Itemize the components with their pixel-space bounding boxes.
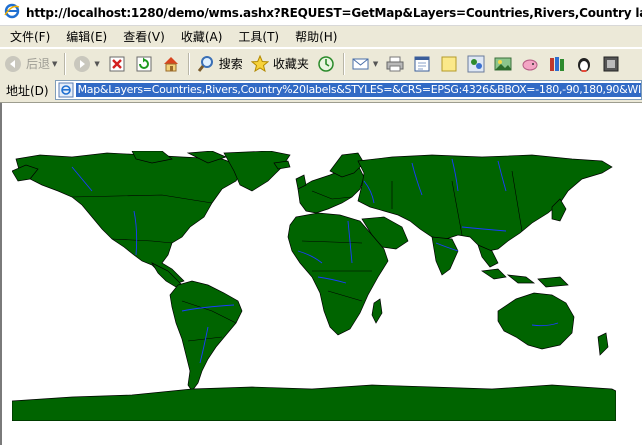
- toolbar-separator: [64, 52, 67, 75]
- history-button[interactable]: [313, 52, 339, 76]
- home-button[interactable]: [158, 52, 184, 76]
- penguin-icon: [574, 54, 594, 74]
- menu-file[interactable]: 文件(F): [0, 28, 58, 45]
- qq-button[interactable]: [571, 52, 597, 76]
- menu-tools[interactable]: 工具(T): [230, 28, 287, 45]
- print-button[interactable]: [382, 52, 408, 76]
- search-label: 搜索: [218, 57, 243, 71]
- menu-edit[interactable]: 编辑(E): [58, 28, 115, 45]
- antarctica-landmass: [12, 384, 616, 421]
- sticky-note-icon: [439, 54, 459, 74]
- research-books-icon: [547, 54, 567, 74]
- refresh-icon: [134, 54, 154, 74]
- refresh-button[interactable]: [131, 52, 157, 76]
- address-label: 地址(D): [6, 83, 49, 98]
- address-url-text: Map&Layers=Countries,Rivers,Country%20la…: [75, 83, 641, 97]
- back-dropdown-icon[interactable]: ▼: [52, 60, 57, 68]
- back-label: 后退: [26, 57, 51, 71]
- messenger-icon: [466, 54, 486, 74]
- toolbar-separator: [187, 52, 190, 75]
- toolbar: 后退 ▼ ▼ 搜索 收藏夹 ▼: [0, 48, 642, 79]
- menu-help[interactable]: 帮助(H): [287, 28, 345, 45]
- history-icon: [316, 54, 336, 74]
- mail-icon: [351, 54, 371, 74]
- indonesia-islands: [481, 268, 569, 288]
- page-icon: [58, 82, 74, 98]
- stop-button[interactable]: [104, 52, 130, 76]
- address-input[interactable]: Map&Layers=Countries,Rivers,Country%20la…: [54, 80, 642, 100]
- star-icon: [250, 54, 270, 74]
- mail-button[interactable]: ▼: [348, 52, 381, 76]
- back-arrow-icon: [3, 54, 23, 74]
- edit-page-icon: [412, 54, 432, 74]
- ie-logo-icon: [4, 3, 20, 22]
- greenland-landmass: [223, 151, 291, 192]
- india-landmass: [431, 236, 459, 276]
- menu-favorites[interactable]: 收藏(A): [173, 28, 231, 45]
- toolbar-separator: [342, 52, 345, 75]
- home-icon: [161, 54, 181, 74]
- search-icon: [196, 54, 216, 74]
- stop-icon: [107, 54, 127, 74]
- favorites-label: 收藏夹: [272, 57, 309, 71]
- world-map-image: [12, 151, 616, 421]
- north-america-landmass: [15, 152, 245, 284]
- favorites-button[interactable]: 收藏夹: [247, 52, 312, 76]
- madagascar-landmass: [371, 298, 383, 324]
- window-title: http://localhost:1280/demo/wms.ashx?REQU…: [26, 5, 642, 20]
- new-zealand-landmass: [597, 332, 609, 356]
- edit-button[interactable]: [409, 52, 435, 76]
- page-content: [0, 103, 642, 445]
- menu-view[interactable]: 查看(V): [115, 28, 173, 45]
- forward-button[interactable]: ▼: [69, 52, 102, 76]
- photo-button[interactable]: [490, 52, 516, 76]
- forward-arrow-icon: [72, 54, 92, 74]
- extension-button[interactable]: [598, 52, 624, 76]
- photo-icon: [493, 54, 513, 74]
- address-bar: 地址(D) Map&Layers=Countries,Rivers,Countr…: [0, 78, 642, 103]
- title-bar: http://localhost:1280/demo/wms.ashx?REQU…: [0, 0, 642, 26]
- back-button[interactable]: 后退 ▼: [0, 52, 60, 76]
- mail-dropdown-icon[interactable]: ▼: [373, 60, 378, 68]
- search-button[interactable]: 搜索: [193, 52, 246, 76]
- piggy-bank-icon: [520, 54, 540, 74]
- piggy-bank-button[interactable]: [517, 52, 543, 76]
- australia-landmass: [497, 292, 575, 350]
- research-button[interactable]: [544, 52, 570, 76]
- forward-dropdown-icon[interactable]: ▼: [94, 60, 99, 68]
- menu-bar: 文件(F) 编辑(E) 查看(V) 收藏(A) 工具(T) 帮助(H): [0, 26, 642, 48]
- film-icon: [601, 54, 621, 74]
- messenger-button[interactable]: [463, 52, 489, 76]
- printer-icon: [385, 54, 405, 74]
- note-button[interactable]: [436, 52, 462, 76]
